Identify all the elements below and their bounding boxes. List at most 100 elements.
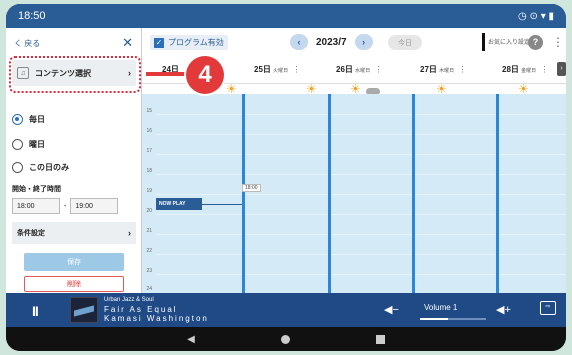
- volume-label: Volume 1: [424, 303, 458, 312]
- day-column-divider: [412, 94, 415, 293]
- day-label: 25日: [254, 65, 271, 74]
- radio-icon: [12, 139, 23, 150]
- condition-label: 条件設定: [17, 230, 45, 237]
- divider: [482, 33, 485, 51]
- close-icon[interactable]: ✕: [122, 35, 133, 51]
- radio-selected-icon: [12, 114, 23, 125]
- nav-home-icon[interactable]: [280, 334, 290, 344]
- day-label: 26日: [336, 65, 353, 74]
- day-label: 27日: [420, 65, 437, 74]
- day-of-week: 木曜日: [439, 68, 455, 74]
- nav-back-icon[interactable]: ◀: [187, 334, 195, 345]
- day-header[interactable]: 25日 火曜日 ⋮: [254, 64, 300, 90]
- time-marker: 18:00: [242, 184, 261, 192]
- favorite-settings-link[interactable]: お気に入り設定: [488, 37, 530, 46]
- calendar-toolbar: ✓ プログラム有効 ‹ 2023/7 › 今日 お気に入り設定 ? ⋮: [142, 28, 566, 58]
- hour-tick: 18: [146, 168, 152, 174]
- radio-daily[interactable]: 毎日: [12, 114, 45, 125]
- today-button[interactable]: 今日: [388, 35, 422, 50]
- hour-tick: 22: [146, 248, 152, 254]
- status-icons: ◷ ⊙ ▾ ▮: [518, 10, 554, 22]
- day-label: 28日: [502, 65, 519, 74]
- scroll-right-icon[interactable]: ›: [557, 62, 566, 76]
- hour-tick: 21: [146, 228, 152, 234]
- callout-pointer: [146, 72, 188, 76]
- day-header[interactable]: 24日: [162, 64, 179, 90]
- day-menu-icon: ⋮: [374, 65, 383, 74]
- back-button[interactable]: く 戻る: [14, 38, 40, 49]
- day-of-week: 水曜日: [355, 68, 371, 74]
- day-column-divider: [496, 94, 499, 293]
- volume-down-icon[interactable]: ◀−: [384, 303, 399, 316]
- time-range-row: 18:00 - 19:00: [12, 198, 119, 214]
- end-time-field[interactable]: 19:00: [70, 198, 119, 214]
- hour-line: [156, 274, 566, 275]
- condition-settings-button[interactable]: 条件設定 ›: [12, 222, 136, 244]
- next-month-button[interactable]: ›: [354, 34, 373, 50]
- radio-icon: [12, 162, 23, 173]
- hour-line: [156, 174, 566, 175]
- day-menu-icon: ⋮: [458, 65, 467, 74]
- album-art: [70, 297, 98, 323]
- track-info: Urban Jazz & Soul Fair As Equal Kamasi W…: [104, 297, 209, 323]
- schedule-sidebar: く 戻る ✕ ♫ コンテンツ選択 › 毎日 曜日 この日のみ 開始・終了時間 1…: [6, 28, 142, 293]
- start-time-field[interactable]: 18:00: [12, 198, 60, 214]
- save-button[interactable]: 保存: [24, 253, 124, 271]
- sidebar-header: く 戻る ✕: [6, 28, 141, 58]
- app-window: く 戻る ✕ ♫ コンテンツ選択 › 毎日 曜日 この日のみ 開始・終了時間 1…: [6, 28, 566, 293]
- radio-label: この日のみ: [29, 163, 69, 172]
- prev-month-button[interactable]: ‹: [290, 34, 308, 50]
- hour-tick: 20: [146, 208, 152, 214]
- day-menu-icon: ⋮: [292, 65, 301, 74]
- program-enabled-checkbox[interactable]: ✓ プログラム有効: [150, 35, 228, 50]
- day-column-divider: [242, 94, 245, 293]
- day-of-week: 火曜日: [273, 68, 289, 74]
- now-play-indicator: NOW PLAY: [156, 198, 202, 210]
- hour-tick: 24: [146, 286, 152, 292]
- hour-line: [156, 214, 566, 215]
- help-icon[interactable]: ?: [528, 35, 543, 50]
- time-range-label: 開始・終了時間: [12, 186, 61, 193]
- radio-label: 曜日: [29, 140, 45, 149]
- hour-line: [156, 134, 566, 135]
- day-menu-icon: ⋮: [540, 65, 549, 74]
- hour-tick: 16: [146, 128, 152, 134]
- day-column-divider: [328, 94, 331, 293]
- device-frame: 18:50 ◷ ⊙ ▾ ▮ く 戻る ✕ ♫ コンテンツ選択 › 毎日 曜日 こ…: [6, 4, 566, 351]
- radio-this-day[interactable]: この日のみ: [12, 162, 69, 173]
- hour-tick: 19: [146, 188, 152, 194]
- track-title: Fair As Equal: [104, 305, 178, 314]
- pause-icon[interactable]: II: [32, 303, 39, 319]
- player-bar: II Urban Jazz & Soul Fair As Equal Kamas…: [6, 293, 566, 327]
- hour-line: [156, 154, 566, 155]
- highlight-box: [9, 56, 141, 93]
- radio-weekday[interactable]: 曜日: [12, 139, 45, 150]
- hour-line: [156, 254, 566, 255]
- hour-line: [156, 234, 566, 235]
- radio-label: 毎日: [29, 115, 45, 124]
- status-bar: 18:50 ◷ ⊙ ▾ ▮: [6, 4, 566, 28]
- time-dash: -: [64, 202, 67, 210]
- output-icon[interactable]: ⇨: [540, 301, 556, 315]
- hour-tick: 23: [146, 268, 152, 274]
- month-navigator: ‹ 2023/7 ›: [290, 34, 373, 50]
- hour-tick: 15: [146, 108, 152, 114]
- track-artist: Kamasi Washington: [104, 314, 209, 323]
- schedule-grid[interactable]: 15 16 17 18 19 20 21 22 23 24 NOW PLAY 1…: [142, 94, 566, 293]
- month-label: 2023/7: [316, 36, 347, 48]
- hour-line: [156, 114, 566, 115]
- status-time: 18:50: [18, 10, 46, 22]
- hour-tick: 17: [146, 148, 152, 154]
- hour-line: [156, 194, 566, 195]
- volume-up-icon[interactable]: ◀+: [496, 303, 511, 316]
- nav-recents-icon[interactable]: [375, 334, 385, 344]
- now-play-line: [202, 204, 242, 205]
- day-of-week: 金曜日: [521, 68, 537, 74]
- volume-slider-fill: [420, 318, 448, 320]
- step-callout-badge: 4: [186, 56, 224, 94]
- delete-button[interactable]: 削除: [24, 276, 124, 292]
- checkmark-icon: ✓: [154, 37, 164, 48]
- genre-label: Urban Jazz & Soul: [104, 297, 154, 303]
- chevron-right-icon: ›: [128, 228, 131, 238]
- more-menu-icon[interactable]: ⋮: [552, 35, 564, 49]
